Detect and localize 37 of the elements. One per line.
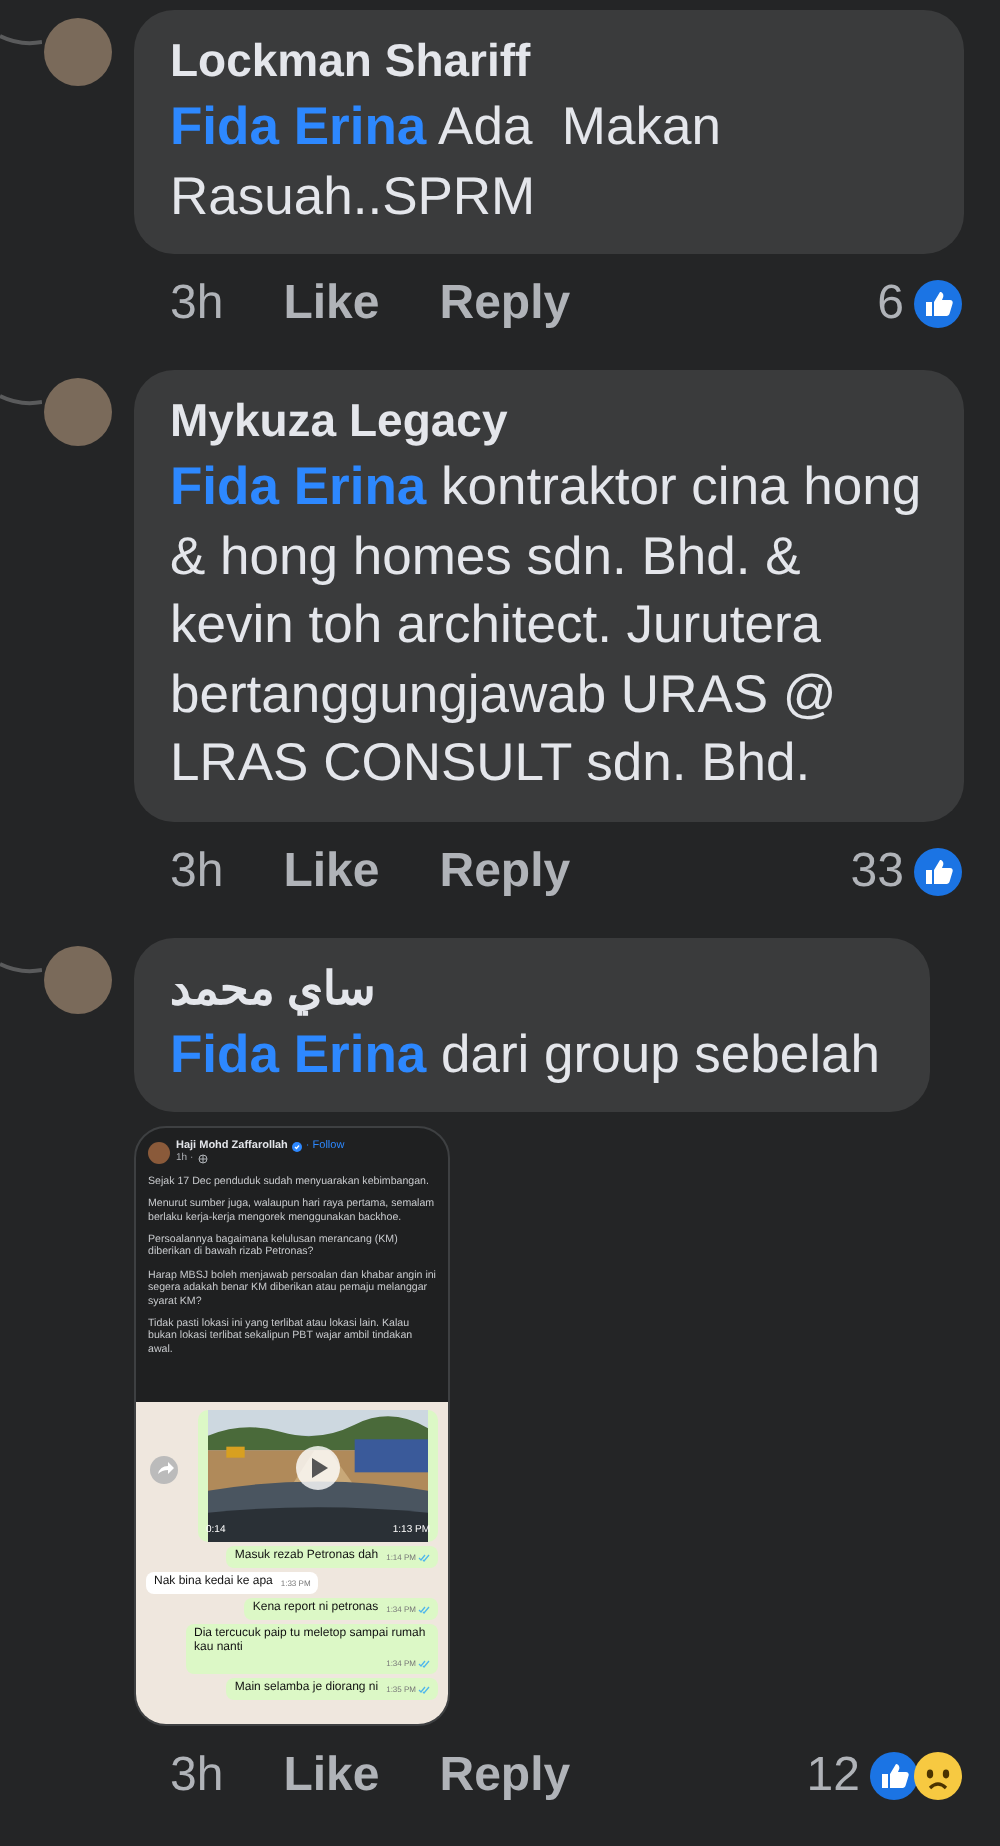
avatar bbox=[148, 1141, 170, 1164]
thread-line bbox=[0, 394, 42, 406]
reaction-count: 12 bbox=[806, 1748, 860, 1804]
thread-line bbox=[0, 34, 42, 46]
like-reaction-icon bbox=[912, 845, 964, 897]
play-icon[interactable] bbox=[296, 1446, 340, 1490]
double-tick-icon bbox=[418, 1685, 430, 1693]
reply-link[interactable]: Reply bbox=[439, 843, 571, 899]
comment-author[interactable]: ساي محمد bbox=[170, 955, 894, 1019]
comment-time: 3h bbox=[170, 843, 224, 899]
like-link[interactable]: Like bbox=[283, 1748, 380, 1804]
verified-badge-icon bbox=[291, 1141, 302, 1152]
share-icon bbox=[150, 1456, 178, 1484]
avatar[interactable] bbox=[44, 378, 112, 446]
double-tick-icon bbox=[418, 1553, 430, 1561]
comment-author[interactable]: Lockman Shariff bbox=[170, 28, 928, 92]
reaction-count: 33 bbox=[850, 843, 904, 899]
like-reaction-icon bbox=[912, 278, 964, 330]
thread-line bbox=[0, 961, 42, 973]
comment-author[interactable]: Mykuza Legacy bbox=[170, 388, 928, 452]
reply-link[interactable]: Reply bbox=[439, 1748, 571, 1804]
comment-time: 3h bbox=[170, 1748, 224, 1804]
reply-link[interactable]: Reply bbox=[439, 276, 571, 332]
double-tick-icon bbox=[418, 1659, 430, 1667]
double-tick-icon bbox=[418, 1605, 430, 1613]
comment-text: Fida Erina Ada Makan Rasuah..SPRM bbox=[170, 94, 723, 229]
like-link[interactable]: Like bbox=[283, 276, 380, 332]
comment-text: Fida Erina dari group sebelah bbox=[170, 1021, 883, 1087]
comment-text: Fida Erina kontraktor cina hong & hong homes sdn. Bhd. & kevin toh architect. Jurutera bertanggungjawab URAS @ LRAS CONSULT sdn. Bhd. bbox=[170, 454, 924, 796]
avatar[interactable] bbox=[44, 18, 112, 86]
comment-time: 3h bbox=[170, 276, 224, 332]
avatar[interactable] bbox=[44, 945, 112, 1013]
like-reaction-icon bbox=[868, 1750, 920, 1802]
sad-face-icon bbox=[912, 1750, 964, 1802]
like-link[interactable]: Like bbox=[283, 843, 380, 899]
globe-icon bbox=[197, 1154, 208, 1165]
reaction-count: 6 bbox=[877, 276, 904, 332]
